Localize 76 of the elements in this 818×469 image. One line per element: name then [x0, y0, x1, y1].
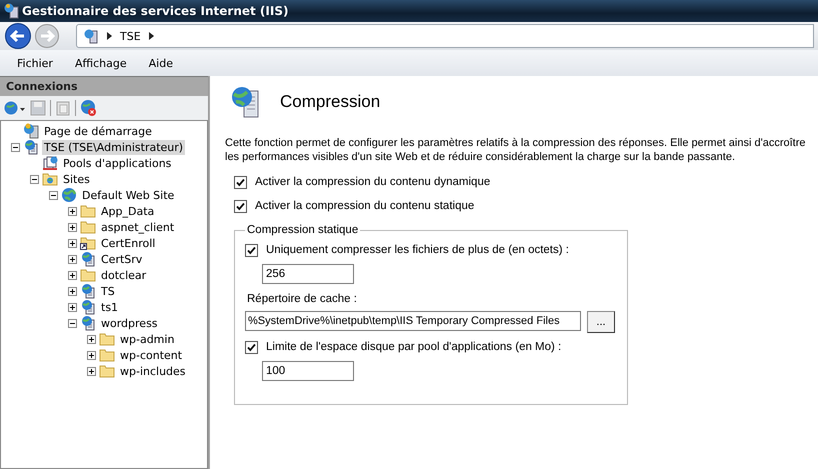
expand-icon[interactable] — [87, 366, 96, 376]
tree-item[interactable]: CertEnroll — [99, 236, 158, 250]
app-icon — [3, 3, 19, 19]
input-field[interactable]: %SystemDrive%\inetpub\temp\IIS Temporary Compressed Files — [245, 311, 581, 331]
collapse-icon[interactable] — [49, 190, 58, 200]
expand-icon[interactable] — [68, 286, 77, 296]
web-server-icon — [80, 299, 96, 315]
server-icon — [83, 28, 99, 44]
tree-item[interactable]: wp-includes — [118, 364, 188, 378]
tree-item[interactable]: wp-admin — [118, 332, 176, 346]
tree-item[interactable]: App_Data — [99, 204, 156, 218]
chevron-icon — [148, 32, 154, 40]
checkbox-label: Uniquement compresser les fichiers de plus de (en octets) : — [266, 244, 569, 256]
folder-shortcut-icon — [80, 236, 96, 250]
tree-item[interactable]: TS — [99, 284, 117, 298]
checkbox-label: Activer la compression du contenu statique — [255, 200, 474, 212]
tree-item[interactable]: wp-content — [118, 348, 184, 362]
folder-icon — [80, 268, 96, 282]
window-title: Gestionnaire des services Internet (IIS) — [22, 4, 288, 18]
collapse-icon[interactable] — [30, 174, 39, 184]
web-server-icon — [23, 139, 39, 155]
panel-title: Connexions — [6, 80, 78, 93]
tree-item[interactable]: Pools d'applications — [61, 156, 174, 170]
web-server-icon — [80, 251, 96, 267]
folder-icon — [99, 332, 115, 346]
expand-icon[interactable] — [68, 222, 77, 232]
checkbox-label: Limite de l'espace disque par pool d'applications (en Mo) : — [266, 341, 562, 353]
globe-icon — [61, 187, 77, 203]
expand-icon[interactable] — [68, 238, 77, 248]
folder-globe-icon — [42, 172, 58, 186]
tree-item[interactable]: wordpress — [99, 316, 160, 330]
expand-icon[interactable] — [68, 206, 77, 216]
tree-item[interactable]: TSE (TSE\Administrateur) — [42, 140, 186, 154]
collapse-icon[interactable] — [11, 142, 20, 152]
web-server-icon — [80, 283, 96, 299]
group-title: Compression statique — [246, 224, 360, 236]
expand-icon[interactable] — [87, 350, 96, 360]
address-bar[interactable]: TSE — [76, 24, 814, 48]
tree-item[interactable]: Sites — [61, 172, 92, 186]
connect-icon[interactable] — [4, 100, 26, 116]
breadcrumb[interactable]: TSE — [120, 30, 141, 42]
chevron-icon — [107, 32, 112, 40]
folder-icon — [80, 220, 96, 234]
application-pool-icon — [42, 155, 58, 171]
checkbox-label: Activer la compression du contenu dynamique — [255, 176, 490, 188]
server-globe-icon — [23, 123, 39, 139]
checkbox[interactable] — [245, 340, 258, 354]
description: Cette fonction permet de configurer les paramètres relatifs à la compression des réponses. Elle permet ainsi d'accroître les performances visibles d'un site Web et de réduire considérablement la charge sur la bande passante. — [225, 136, 806, 164]
expand-icon[interactable] — [87, 334, 96, 344]
browse-button[interactable]: ... — [587, 311, 615, 333]
expand-icon[interactable] — [68, 254, 77, 264]
disconnect-icon[interactable] — [80, 99, 98, 117]
folder-icon — [80, 204, 96, 218]
field-label: Répertoire de cache : — [247, 293, 358, 305]
expand-icon[interactable] — [68, 270, 77, 280]
folder-icon — [99, 364, 115, 378]
input-field[interactable]: 256 — [262, 264, 354, 284]
checkbox[interactable] — [245, 244, 258, 256]
tree-item[interactable]: Page de démarrage — [42, 124, 154, 138]
tree-item[interactable]: ts1 — [99, 300, 120, 314]
page-title: Compression — [280, 92, 380, 112]
tree-item[interactable]: Default Web Site — [80, 188, 176, 202]
web-server-icon — [80, 315, 96, 331]
checkbox[interactable] — [234, 200, 247, 212]
tree-item[interactable]: aspnet_client — [99, 220, 176, 234]
tree-item[interactable]: dotclear — [99, 268, 148, 282]
expand-icon[interactable] — [68, 302, 77, 312]
tree-item[interactable]: CertSrv — [99, 252, 144, 266]
collapse-icon[interactable] — [68, 318, 77, 328]
folder-icon — [99, 348, 115, 362]
back-button[interactable] — [4, 22, 32, 50]
menu-item[interactable]: Aide — [138, 56, 184, 70]
menu-item[interactable]: Affichage — [64, 56, 138, 70]
menu-item[interactable]: Fichier — [6, 56, 64, 70]
checkbox[interactable] — [234, 176, 247, 188]
input-field[interactable]: 100 — [262, 361, 354, 381]
